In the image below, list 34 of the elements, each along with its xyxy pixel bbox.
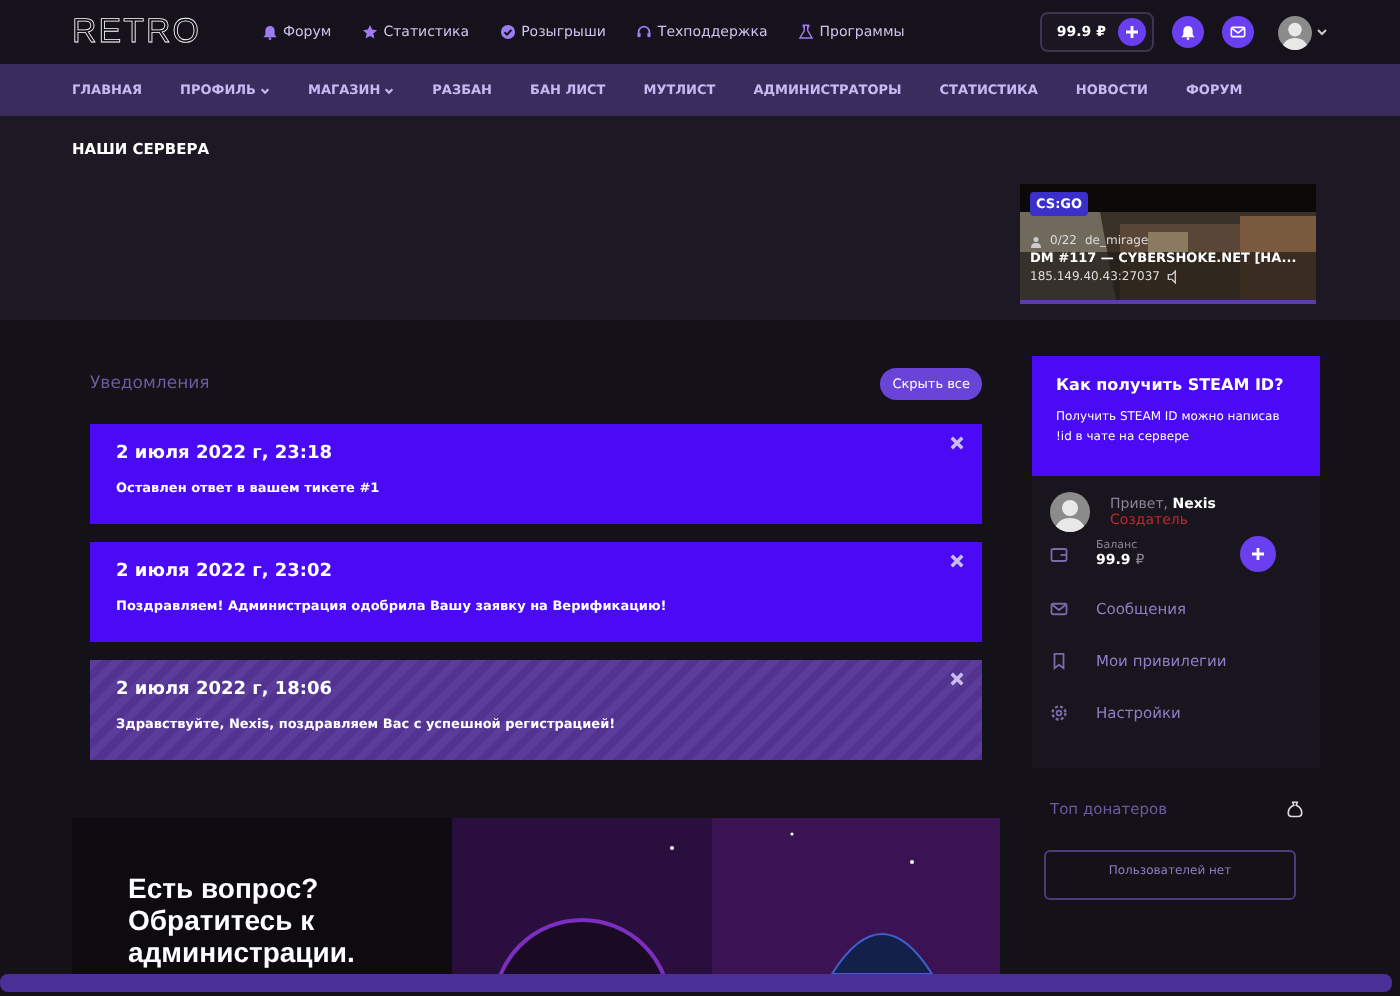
bell-icon bbox=[1180, 24, 1196, 40]
top-up-button[interactable] bbox=[1118, 18, 1146, 46]
site-logo[interactable]: RETRO bbox=[72, 12, 201, 52]
notifications-button[interactable] bbox=[1172, 16, 1204, 48]
star-icon bbox=[361, 24, 378, 40]
plus-icon bbox=[1124, 24, 1140, 40]
plus-icon bbox=[1250, 546, 1266, 562]
check-circle-icon bbox=[499, 24, 516, 40]
headset-icon bbox=[635, 24, 652, 40]
top-up-button[interactable] bbox=[1240, 536, 1276, 572]
user-avatar[interactable] bbox=[1278, 15, 1312, 49]
wallet-icon bbox=[1050, 545, 1068, 563]
bell-icon bbox=[261, 24, 277, 40]
envelope-icon bbox=[1050, 600, 1068, 618]
person-icon bbox=[1030, 235, 1042, 247]
close-icon[interactable] bbox=[950, 672, 964, 686]
caret-icon bbox=[384, 85, 395, 95]
notification-date: 2 июля 2022 г, 18:06 bbox=[116, 680, 335, 700]
user-avatar bbox=[1050, 492, 1090, 532]
banner-heading: Есть вопрос? Обратитесь к администрации. bbox=[126, 870, 357, 968]
flask-icon bbox=[797, 24, 814, 40]
close-icon[interactable] bbox=[950, 554, 964, 568]
caret-icon bbox=[259, 85, 270, 95]
caret-icon[interactable] bbox=[1316, 26, 1328, 38]
close-icon[interactable] bbox=[950, 436, 964, 450]
messages-button[interactable] bbox=[1222, 16, 1254, 48]
info-title: Как получить STEAM ID? bbox=[1056, 376, 1286, 394]
gear-icon bbox=[1050, 704, 1068, 722]
notification-date: 2 июля 2022 г, 23:02 bbox=[116, 562, 335, 582]
notification-date: 2 июля 2022 г, 23:18 bbox=[116, 444, 335, 464]
envelope-icon bbox=[1230, 24, 1246, 40]
money-bag-icon bbox=[1286, 800, 1304, 818]
notifications-title: Уведомления bbox=[90, 374, 210, 394]
bookmark-icon bbox=[1050, 652, 1068, 670]
